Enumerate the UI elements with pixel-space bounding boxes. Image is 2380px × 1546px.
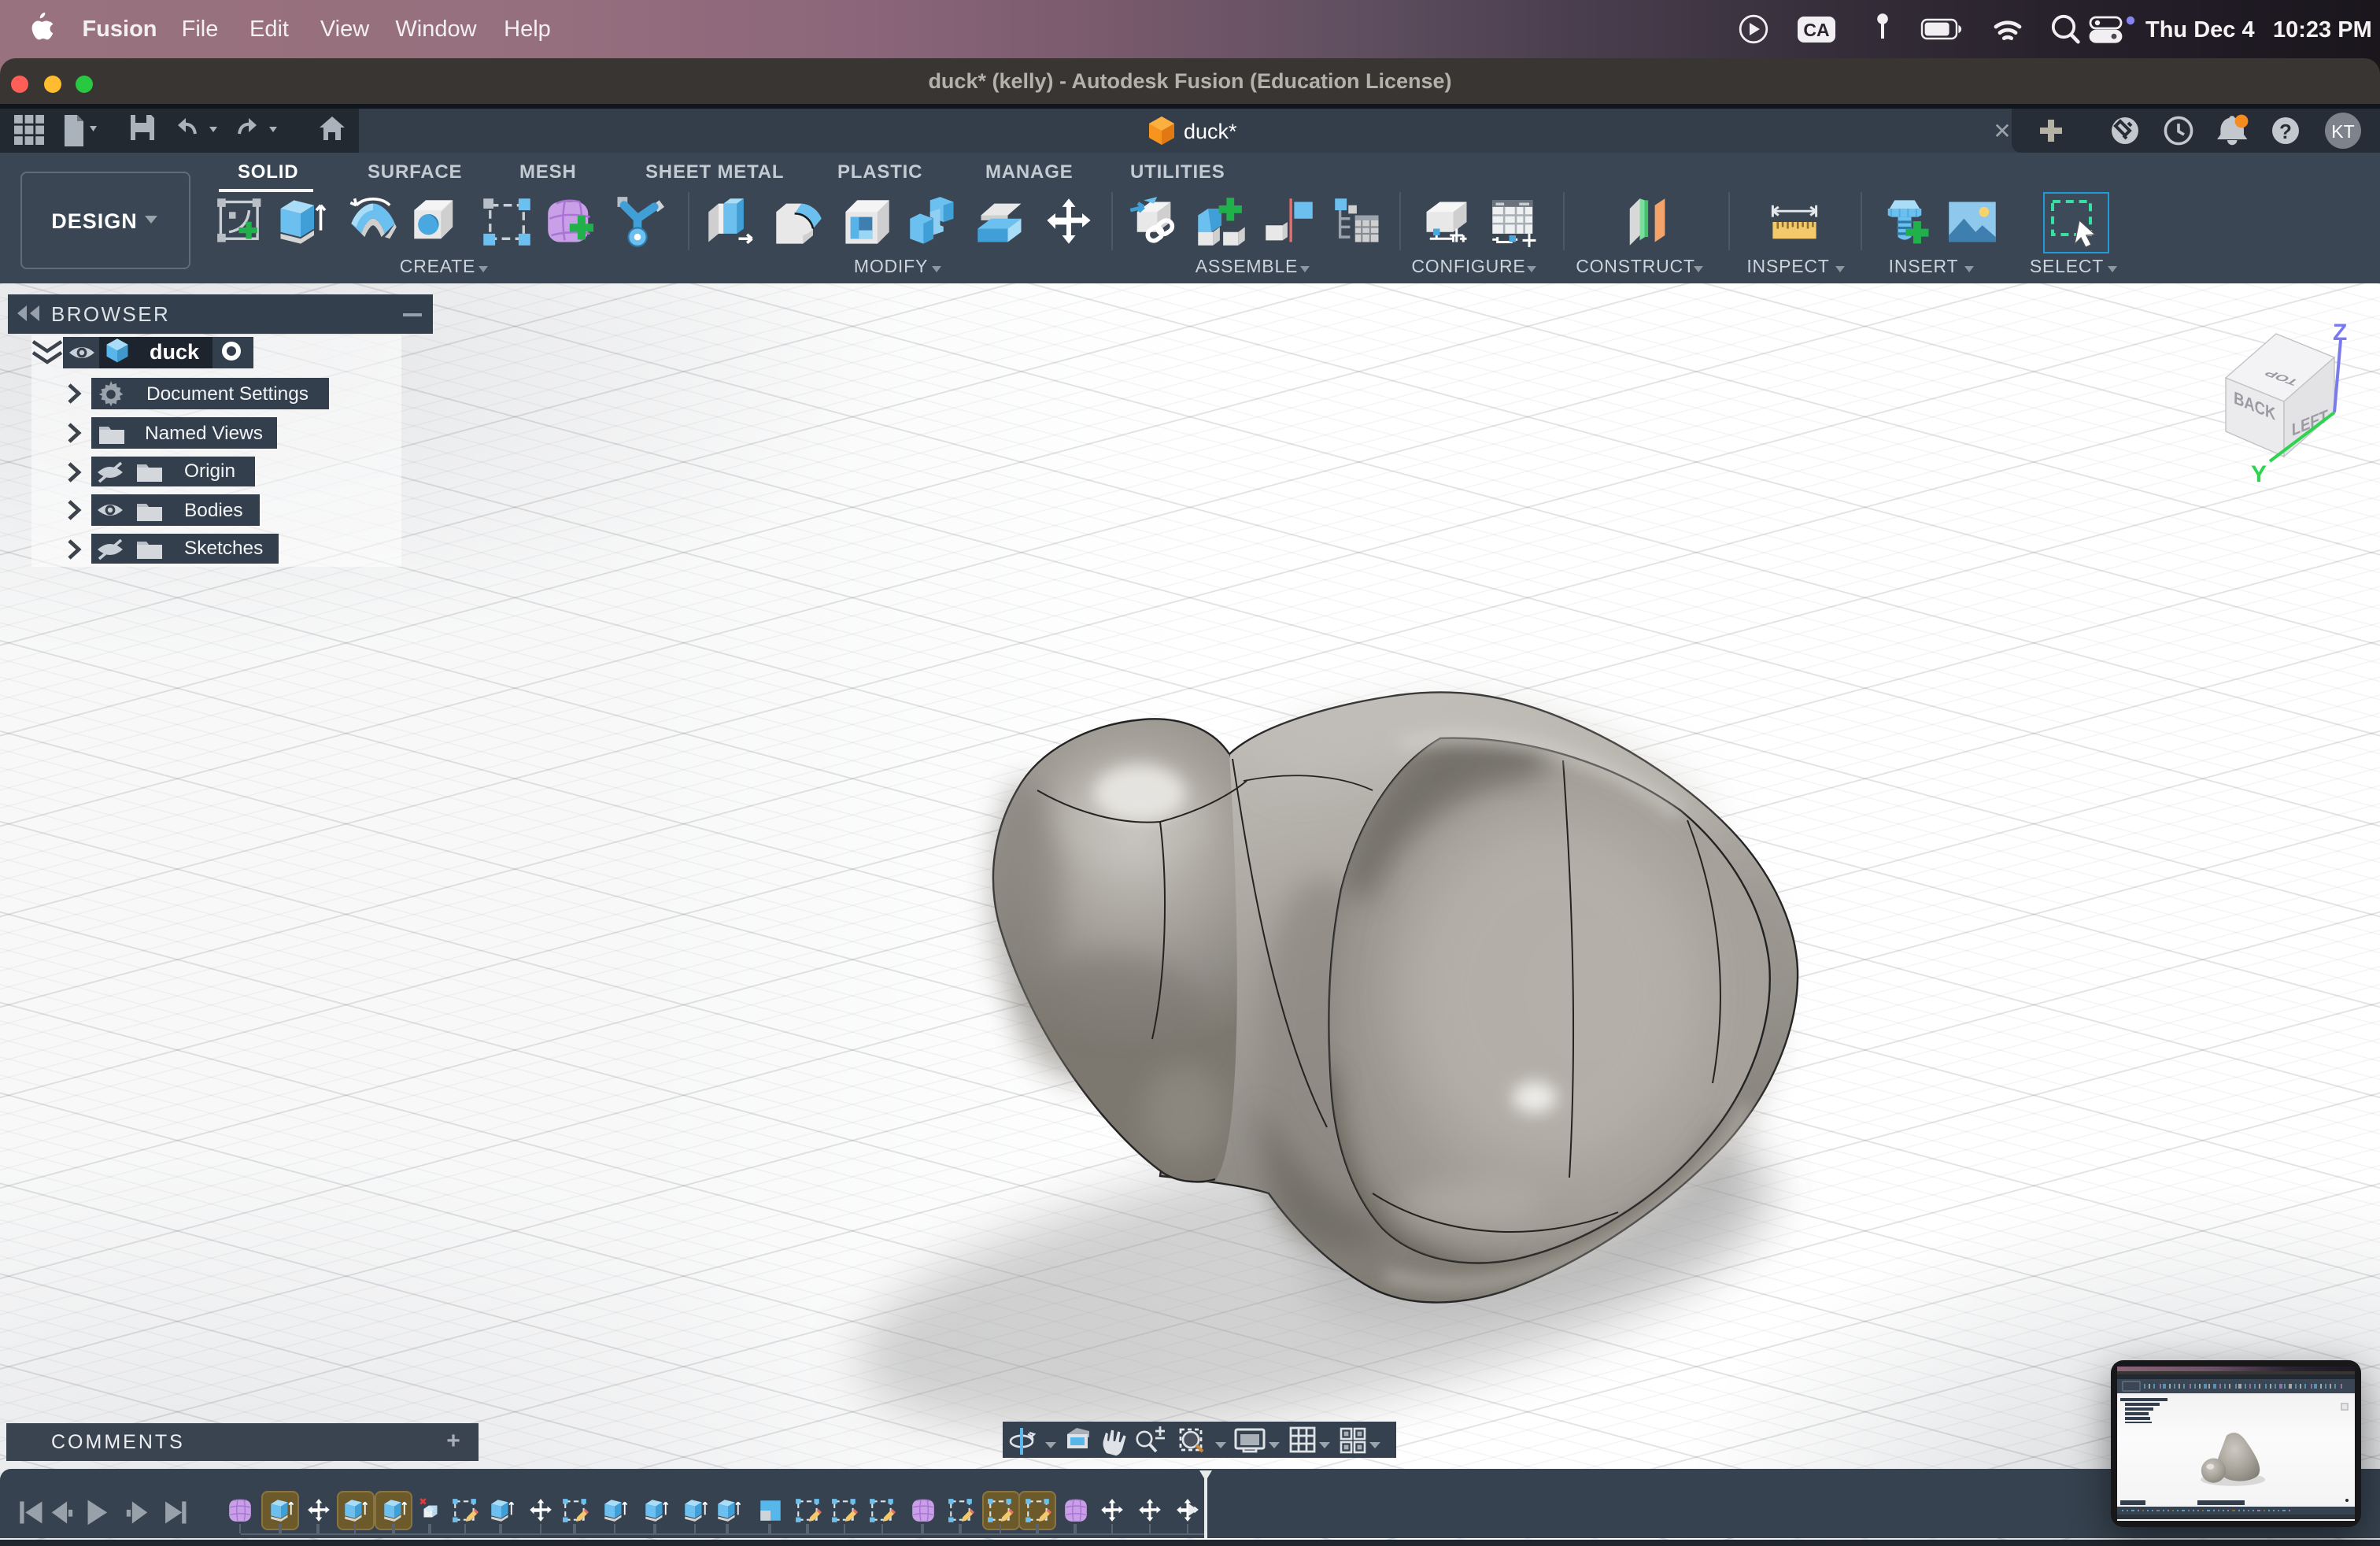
svg-text:KT: KT — [2330, 121, 2353, 142]
svg-text:?: ? — [2278, 120, 2291, 143]
svg-text:Y: Y — [2251, 461, 2267, 487]
svg-text:10:23 PM: 10:23 PM — [2273, 17, 2372, 43]
svg-text:Thu Dec 4: Thu Dec 4 — [2145, 17, 2255, 43]
svg-text:Z: Z — [2333, 320, 2347, 346]
svg-text:CA: CA — [1803, 20, 1829, 40]
